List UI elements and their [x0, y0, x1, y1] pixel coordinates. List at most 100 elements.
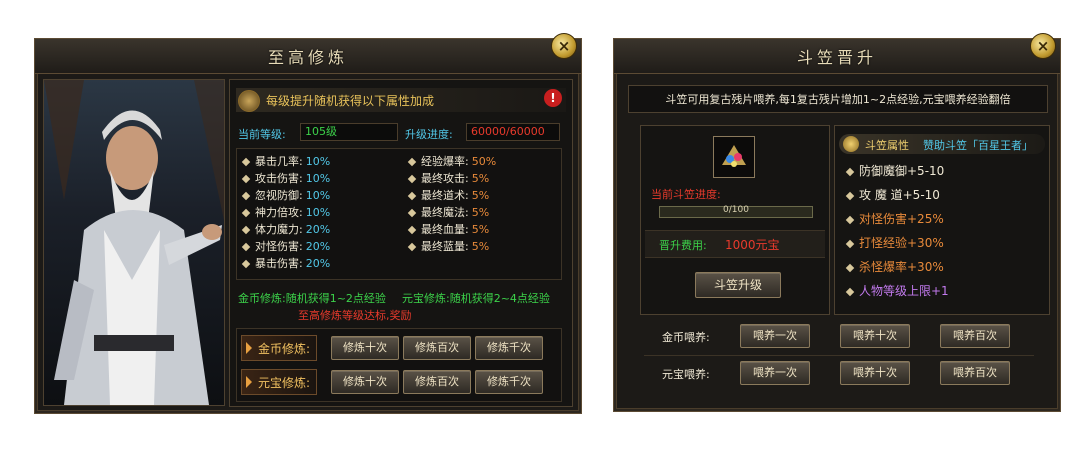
gold-note: 金币修炼:随机获得1~2点经验 — [238, 292, 386, 305]
hat-upgrade-button[interactable]: 斗笠升级 — [695, 272, 781, 298]
hat-attr-header: 斗笠属性 赞助斗笠「百星王者」 — [839, 134, 1045, 154]
hat-attr-text: 人物等级上限+1 — [859, 284, 949, 298]
attr-label: 对怪伤害: — [255, 240, 303, 253]
bullet-icon — [845, 191, 855, 200]
character-portrait — [43, 79, 225, 406]
attr-value: 20% — [305, 257, 331, 270]
close-icon[interactable]: × — [1030, 33, 1056, 59]
attr-value: 10% — [305, 189, 331, 202]
bullet-icon — [407, 208, 417, 218]
panel-title: 斗笠晋升 — [796, 48, 877, 67]
bullet-icon — [845, 215, 855, 224]
attr-row: 对怪伤害: 20% — [241, 238, 331, 254]
warning-icon[interactable]: ! — [544, 89, 562, 107]
hat-upgrade-panel: 斗笠晋升 × 斗笠可用复古残片喂养,每1复古残片增加1~2点经验,元宝喂养经验翻… — [613, 33, 1061, 412]
attr-label: 经验爆率: — [421, 155, 469, 168]
upgrade-cost-label: 晋升费用: — [659, 239, 707, 252]
ingot-feed-label: 元宝喂养: — [662, 368, 710, 381]
gold-row-label-text: 金币修炼: — [258, 342, 311, 356]
hat-attr-header-label: 斗笠属性 — [865, 139, 909, 152]
bullet-icon — [845, 239, 855, 248]
bullet-icon — [241, 242, 251, 252]
level-value: 105级 — [300, 123, 398, 141]
progress-value: 60000/60000 — [466, 123, 560, 141]
attr-row: 暴击几率: 10% — [241, 153, 331, 169]
hat-attr-header-desc: 赞助斗笠「百星王者」 — [923, 139, 1033, 152]
attr-value: 5% — [471, 172, 490, 185]
hat-attr-text: 对怪伤害+25% — [859, 212, 944, 226]
bullet-icon — [241, 225, 251, 235]
gold-feed-label: 金币喂养: — [662, 331, 710, 344]
ingot-row-label-text: 元宝修炼: — [258, 376, 311, 390]
ingot-feed-1-button[interactable]: 喂养一次 — [740, 361, 810, 385]
bullet-icon — [407, 225, 417, 235]
attr-value: 5% — [471, 223, 490, 236]
scroll-icon — [238, 90, 260, 112]
hat-attr-header-icon — [843, 136, 859, 152]
attr-label: 体力魔力: — [255, 223, 303, 236]
feed-divider — [644, 355, 1034, 356]
close-icon[interactable]: × — [551, 33, 577, 59]
hat-item-slot[interactable] — [713, 136, 755, 178]
attr-value: 20% — [305, 223, 331, 236]
attr-row: 最终血量: 5% — [407, 221, 490, 237]
attr-label: 最终道术: — [421, 189, 469, 202]
hat-attr-row: 防御魔御+5-10 — [845, 162, 944, 179]
cultivation-titlebar: 至高修炼 — [35, 39, 581, 74]
gold-cultivate-100-button[interactable]: 修炼百次 — [403, 336, 471, 360]
hat-attr-text: 打怪经验+30% — [859, 236, 944, 250]
bullet-icon — [241, 174, 251, 184]
gold-cultivate-10-button[interactable]: 修炼十次 — [331, 336, 399, 360]
attr-label: 最终魔法: — [421, 206, 469, 219]
attr-row: 最终魔法: 5% — [407, 204, 490, 220]
attr-row: 最终道术: 5% — [407, 187, 490, 203]
attr-value: 5% — [471, 189, 490, 202]
gold-cultivate-row-label: 金币修炼: — [241, 335, 317, 361]
bullet-icon — [407, 157, 417, 167]
ingot-cultivate-1000-button[interactable]: 修炼千次 — [475, 370, 543, 394]
attribute-box: 暴击几率: 10% 攻击伤害: 10% 忽视防御: 10% 神力倍攻: 10% 体力魔力: 20%… — [236, 148, 562, 280]
attr-label: 暴击伤害: — [255, 257, 303, 270]
attr-label: 最终蓝量: — [421, 240, 469, 253]
upgrade-cost-row: 晋升费用: 1000元宝 — [645, 230, 825, 258]
hat-attr-row: 打怪经验+30% — [845, 234, 944, 251]
ingot-cultivate-100-button[interactable]: 修炼百次 — [403, 370, 471, 394]
ingot-feed-10-button[interactable]: 喂养十次 — [840, 361, 910, 385]
reward-note: 至高修炼等级达标,奖励 — [298, 309, 412, 322]
attr-value: 5% — [471, 206, 490, 219]
cultivation-panel: 至高修炼 × 每级提升随机获得以下属性加成 ! 当前等级: 105级 升级进度:… — [34, 33, 582, 414]
hat-item-icon — [722, 145, 746, 167]
bullet-icon — [241, 259, 251, 269]
gold-cultivate-1000-button[interactable]: 修炼千次 — [475, 336, 543, 360]
attr-label: 最终血量: — [421, 223, 469, 236]
attr-value: 20% — [305, 240, 331, 253]
cultivation-actions: 金币修炼: 修炼十次 修炼百次 修炼千次 元宝修炼: 修炼十次 修炼百次 修炼千… — [236, 328, 562, 402]
attr-value: 10% — [305, 172, 331, 185]
attr-label: 最终攻击: — [421, 172, 469, 185]
hat-attribute-box: 斗笠属性 赞助斗笠「百星王者」 防御魔御+5-10 攻 魔 道+5-10 对怪伤害+… — [834, 125, 1050, 315]
attr-label: 攻击伤害: — [255, 172, 303, 185]
attr-value: 5% — [471, 240, 490, 253]
ingot-cultivate-10-button[interactable]: 修炼十次 — [331, 370, 399, 394]
attr-value: 10% — [305, 155, 331, 168]
panel-title: 至高修炼 — [267, 48, 348, 67]
hat-attr-row: 攻 魔 道+5-10 — [845, 186, 940, 203]
bonus-banner: 每级提升随机获得以下属性加成 ! — [236, 88, 566, 112]
gold-feed-10-button[interactable]: 喂养十次 — [840, 324, 910, 348]
bullet-icon — [241, 191, 251, 201]
ingot-feed-100-button[interactable]: 喂养百次 — [940, 361, 1010, 385]
hat-attr-row: 杀怪爆率+30% — [845, 258, 944, 275]
gold-feed-100-button[interactable]: 喂养百次 — [940, 324, 1010, 348]
hat-progress-box: 当前斗笠进度: 0/100 晋升费用: 1000元宝 斗笠升级 — [640, 125, 830, 315]
attr-label: 忽视防御: — [255, 189, 303, 202]
hat-attr-row: 人物等级上限+1 — [845, 282, 949, 299]
attr-value: 50% — [471, 155, 497, 168]
bullet-icon — [241, 157, 251, 167]
gold-feed-1-button[interactable]: 喂养一次 — [740, 324, 810, 348]
attr-row: 经验爆率: 50% — [407, 153, 497, 169]
attr-row: 体力魔力: 20% — [241, 221, 331, 237]
attr-label: 神力倍攻: — [255, 206, 303, 219]
arrow-icon — [246, 342, 252, 354]
progress-label: 升级进度: — [405, 128, 453, 141]
feed-info-bar: 斗笠可用复古残片喂养,每1复古残片增加1~2点经验,元宝喂养经验翻倍 — [628, 85, 1048, 113]
